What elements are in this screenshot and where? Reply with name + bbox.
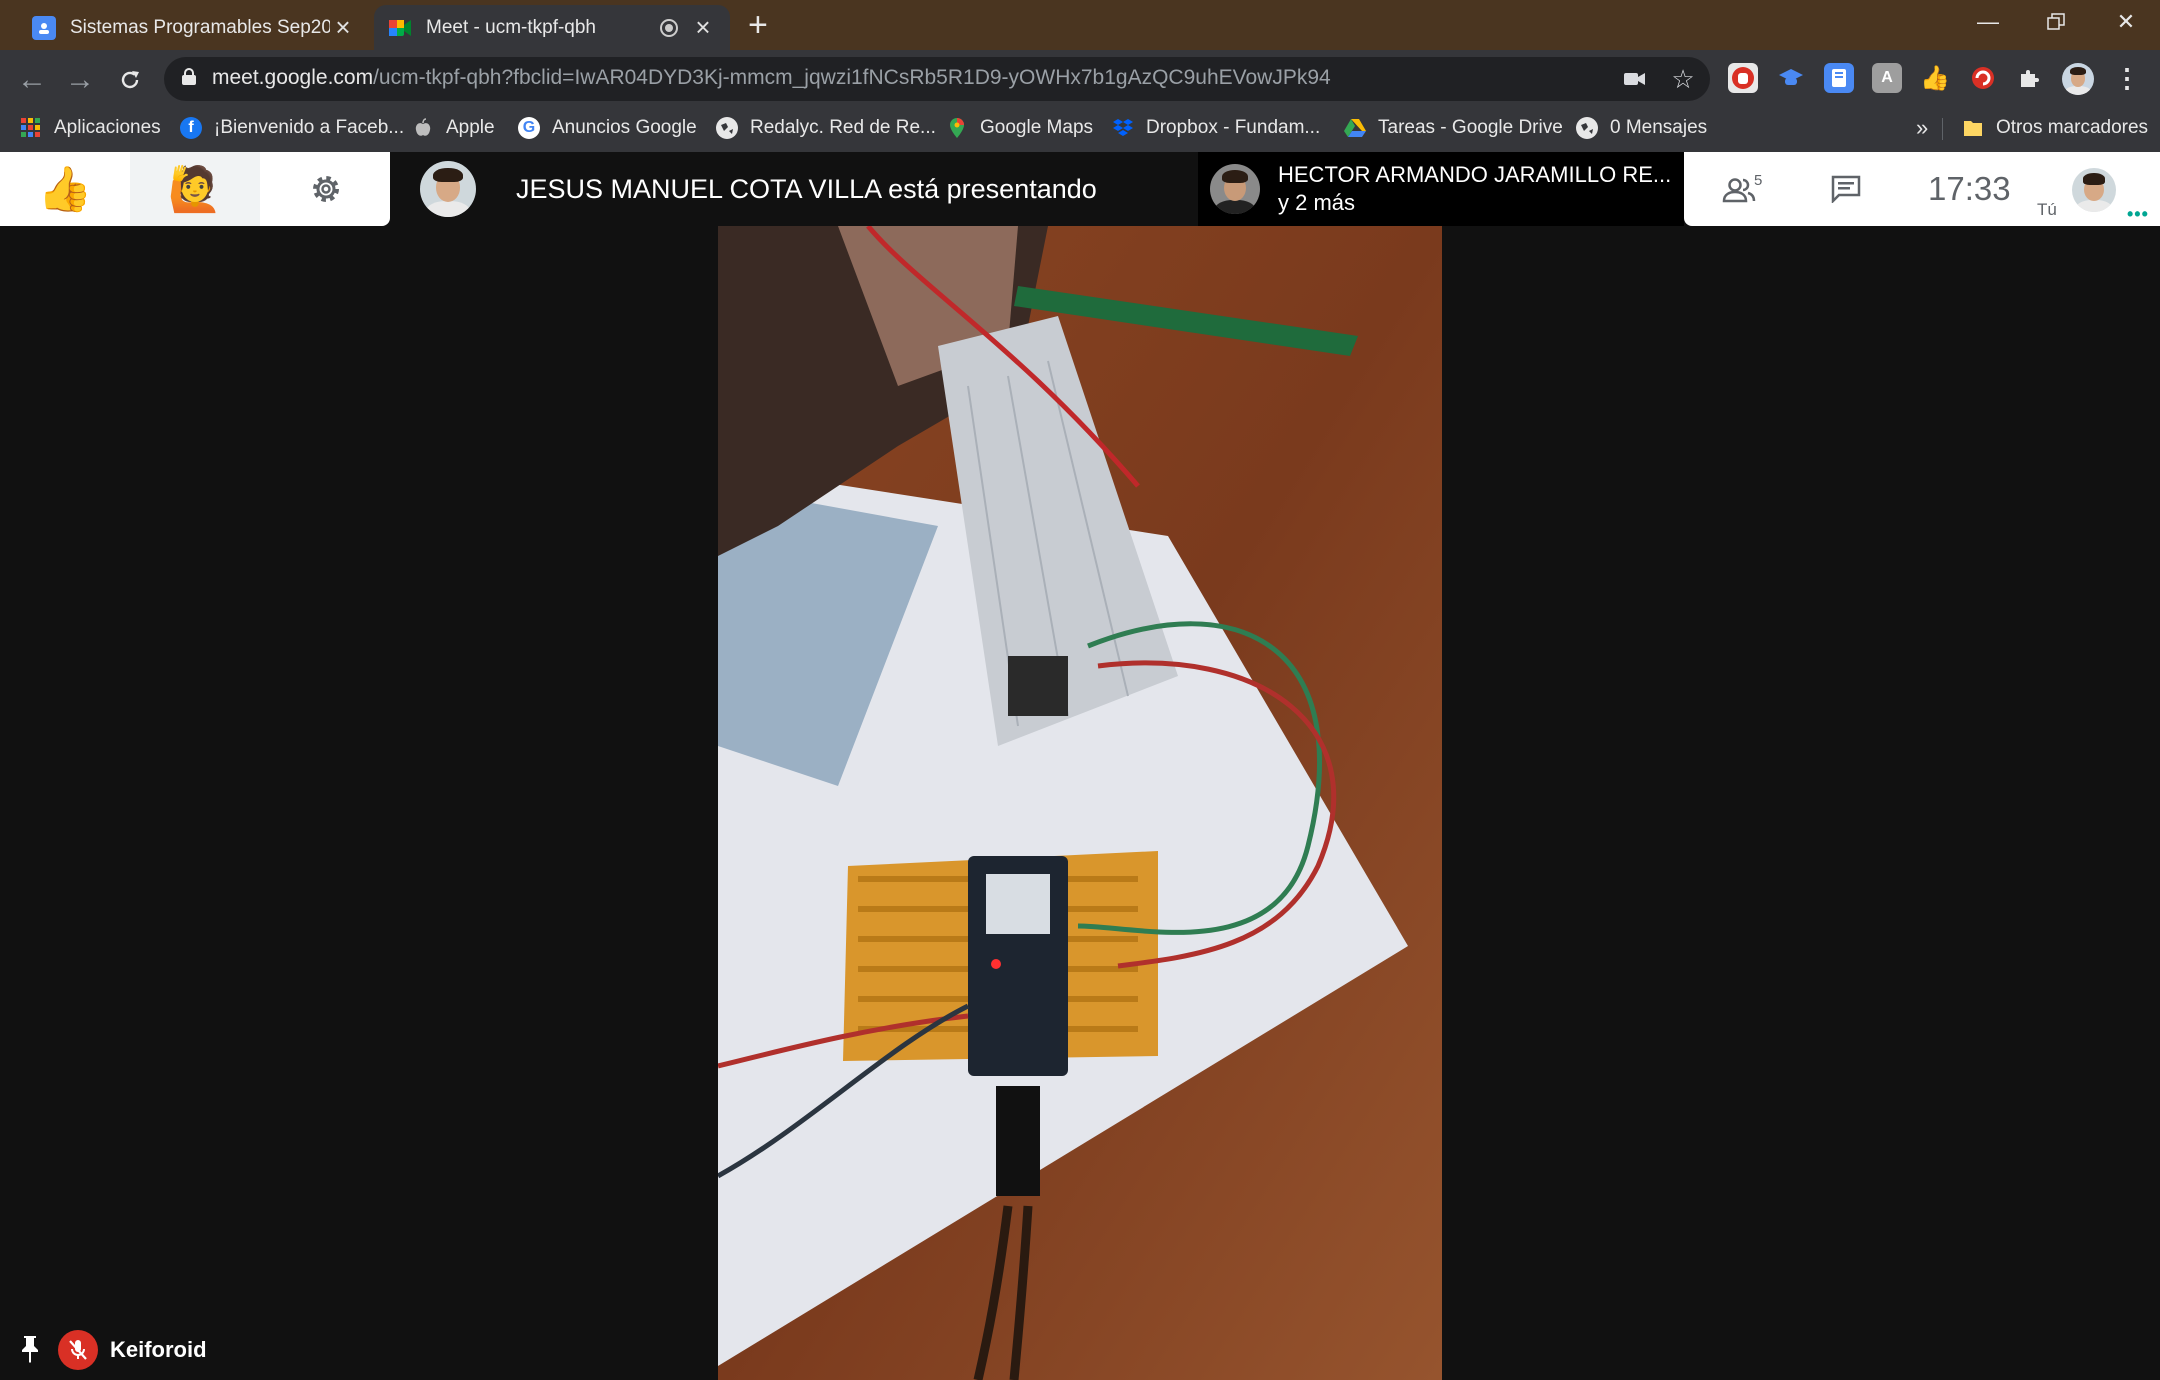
apple-icon (412, 117, 434, 139)
bookmark-facebook[interactable]: f ¡Bienvenido a Faceb... (180, 112, 404, 144)
settings-gear-icon[interactable] (296, 152, 356, 226)
restore-icon[interactable] (2022, 0, 2090, 44)
meeting-clock: 17:33 (1928, 170, 2011, 207)
dropbox-icon (1112, 117, 1134, 139)
close-tab-icon[interactable]: × (690, 14, 716, 41)
graduation-cap-icon[interactable] (1776, 63, 1806, 93)
drive-icon (1344, 117, 1366, 139)
bookmark-redalyc[interactable]: Redalyc. Red de Re... (716, 112, 936, 144)
self-avatar[interactable] (2072, 168, 2116, 212)
thumbs-up-reaction-icon[interactable]: 👍 (26, 152, 104, 226)
lock-icon[interactable] (182, 68, 196, 85)
shared-video-feed (718, 226, 1442, 1380)
tab-title: Sistemas Programables Sep20-En (70, 16, 330, 38)
bookmarks-divider (1942, 118, 1943, 140)
facebook-icon: f (180, 117, 202, 139)
tab-sistemas-programables[interactable]: Sistemas Programables Sep20-En × (18, 5, 370, 50)
raise-hand-icon[interactable]: 🙋 (130, 152, 260, 226)
bookmark-star-icon[interactable]: ☆ (1668, 64, 1698, 94)
participant-avatar (1210, 164, 1260, 214)
notebook-icon[interactable] (1824, 63, 1854, 93)
bookmark-dropbox[interactable]: Dropbox - Fundam... (1112, 112, 1320, 144)
chat-icon[interactable] (1824, 152, 1868, 226)
bookmark-apple[interactable]: Apple (412, 112, 495, 144)
adblock-icon[interactable] (1968, 63, 1998, 93)
participant-name: HECTOR ARMANDO JARAMILLO RE... (1278, 162, 1672, 187)
extensions-puzzle-icon[interactable] (2014, 63, 2044, 93)
close-tab-icon[interactable]: × (330, 14, 356, 41)
url-text[interactable]: meet.google.com/ucm-tkpf-qbh?fbclid=IwAR… (212, 66, 1331, 90)
translate-extension-icon[interactable]: A (1872, 63, 1902, 93)
tab-title: Meet - ucm-tkpf-qbh (426, 16, 596, 38)
bookmark-anuncios-google[interactable]: G Anuncios Google (518, 112, 697, 144)
google-icon: G (518, 117, 540, 139)
globe-icon (1576, 117, 1598, 139)
bookmark-mensajes[interactable]: 0 Mensajes (1576, 112, 1707, 144)
bookmark-otros-marcadores[interactable]: Otros marcadores (1962, 112, 2148, 144)
self-label: Tú (2037, 200, 2057, 219)
back-icon[interactable]: ← (12, 60, 52, 100)
browser-menu-icon[interactable]: ⋮ (2112, 63, 2142, 93)
profile-avatar[interactable] (2062, 63, 2094, 95)
participants-count: 5 (1754, 172, 1763, 189)
classroom-icon (32, 15, 56, 40)
pin-icon[interactable] (18, 1334, 42, 1364)
block-extension-icon[interactable] (1728, 63, 1758, 93)
maps-pin-icon (946, 117, 968, 139)
presenter-avatar (420, 161, 476, 217)
mic-muted-icon[interactable] (58, 1330, 98, 1370)
participants-icon[interactable]: 5 (1712, 152, 1772, 226)
close-window-icon[interactable]: ✕ (2092, 0, 2160, 44)
presenter-banner: JESUS MANUEL COTA VILLA está presentando (420, 152, 1097, 226)
presenting-text: JESUS MANUEL COTA VILLA está presentando (516, 173, 1097, 204)
bookmark-tareas-drive[interactable]: Tareas - Google Drive (1344, 112, 1563, 144)
bookmarks-overflow-chevron-icon[interactable]: » (1916, 112, 1928, 144)
globe-icon (716, 117, 738, 139)
bookmark-aplicaciones[interactable]: Aplicaciones (20, 112, 161, 144)
participant-more: y 2 más (1278, 190, 1356, 215)
bookmark-google-maps[interactable]: Google Maps (946, 112, 1093, 144)
recording-indicator-icon (660, 18, 678, 37)
folder-icon (1962, 117, 1984, 139)
participant-tile[interactable]: HECTOR ARMANDO JARAMILLO RE... y 2 más (1198, 152, 1684, 226)
forward-icon[interactable]: → (60, 60, 100, 100)
apps-grid-icon (20, 117, 42, 139)
tab-meet[interactable]: Meet - ucm-tkpf-qbh × (374, 5, 730, 50)
minimize-icon[interactable]: — (1954, 0, 2022, 44)
reload-icon[interactable] (110, 60, 150, 100)
thumbs-up-extension-icon[interactable]: 👍 (1920, 63, 1950, 93)
meet-icon (388, 16, 412, 40)
self-name: Keiforoid (110, 1337, 207, 1362)
new-tab-button[interactable]: + (748, 8, 768, 42)
more-options-icon[interactable]: ••• (2127, 204, 2149, 225)
camera-in-use-icon[interactable] (1620, 64, 1650, 94)
